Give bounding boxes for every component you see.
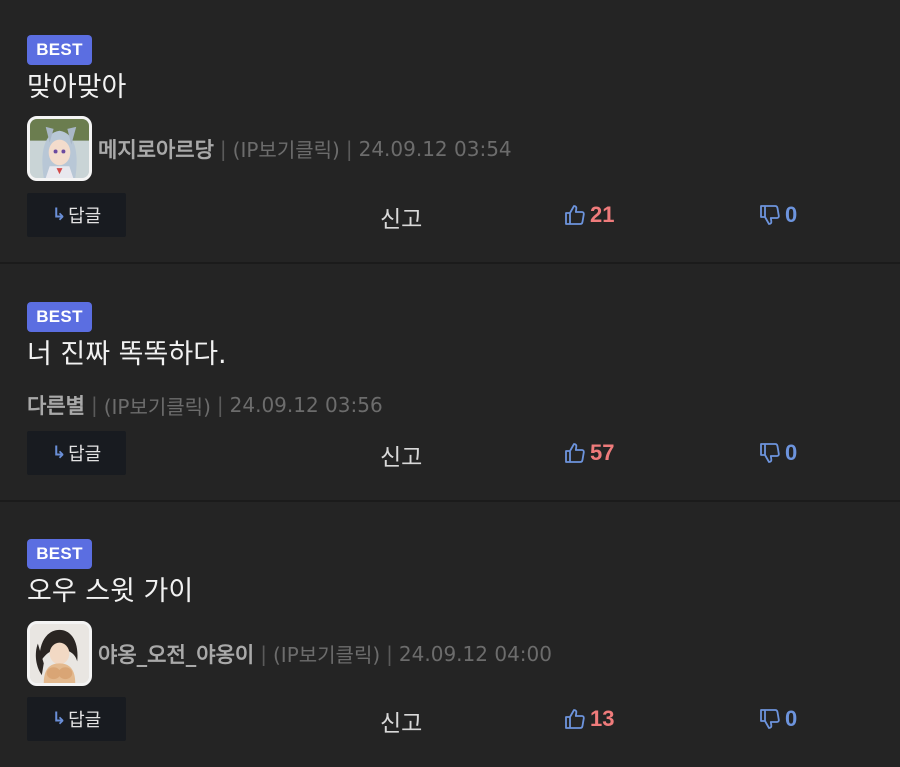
- thumbs-down-icon: [760, 205, 780, 225]
- thumbs-down-icon: [760, 709, 780, 729]
- author-name[interactable]: 야옹_오전_야옹이: [98, 639, 254, 669]
- avatar-image: [30, 119, 89, 178]
- upvote-count: 57: [590, 440, 615, 465]
- comment-item: BEST 오우 스윗 가이 야옹_오전_야옹이 | (IP보기클릭) | 24.…: [0, 502, 900, 767]
- author-name[interactable]: 다른별: [27, 390, 85, 420]
- upvote-button[interactable]: 57: [563, 440, 614, 466]
- comment-item: BEST 너 진짜 똑똑하다. 다른별 | (IP보기클릭) | 24.09.1…: [0, 264, 900, 502]
- downvote-button[interactable]: 0: [758, 706, 797, 732]
- best-badge: BEST: [27, 35, 92, 65]
- reply-button[interactable]: ↳ 답글: [27, 193, 126, 237]
- comment-date: 24.09.12 03:54: [358, 136, 512, 161]
- thumbs-down-icon: [760, 443, 780, 463]
- comment-date: 24.09.12 04:00: [398, 641, 552, 666]
- avatar-image: [30, 624, 89, 683]
- reply-button[interactable]: ↳ 답글: [27, 431, 126, 475]
- reply-arrow-icon: ↳: [51, 443, 67, 463]
- thumbs-up-icon: [565, 443, 585, 463]
- downvote-count: 0: [785, 440, 798, 465]
- meta-separator: |: [345, 136, 353, 161]
- best-badge: BEST: [27, 302, 92, 332]
- reply-label: 답글: [68, 206, 102, 227]
- upvote-button[interactable]: 13: [563, 706, 614, 732]
- comment-text: 오우 스윗 가이: [27, 576, 194, 607]
- report-button[interactable]: 신고: [380, 200, 422, 234]
- reply-label: 답글: [68, 710, 102, 731]
- thumbs-up-icon: [565, 709, 585, 729]
- ip-view-link[interactable]: (IP보기클릭): [233, 134, 340, 163]
- thumbs-up-icon: [565, 205, 585, 225]
- meta-separator: |: [386, 641, 393, 666]
- comment-meta: 야옹_오전_야옹이 | (IP보기클릭) | 24.09.12 04:00: [27, 621, 552, 686]
- comment-text: 너 진짜 똑똑하다.: [27, 339, 227, 370]
- report-button[interactable]: 신고: [380, 704, 422, 738]
- downvote-button[interactable]: 0: [758, 202, 797, 228]
- reply-button[interactable]: ↳ 답글: [27, 697, 126, 741]
- reply-arrow-icon: ↳: [51, 205, 67, 225]
- meta-separator: |: [216, 393, 224, 417]
- best-badge: BEST: [27, 539, 92, 569]
- reply-arrow-icon: ↳: [51, 709, 67, 729]
- author-name[interactable]: 메지로아르당: [98, 134, 214, 164]
- downvote-button[interactable]: 0: [758, 440, 797, 466]
- comment-meta: 다른별 | (IP보기클릭) | 24.09.12 03:56: [27, 390, 383, 420]
- reply-label: 답글: [68, 444, 102, 465]
- meta-separator: |: [260, 641, 267, 666]
- meta-separator: |: [219, 136, 227, 161]
- ip-view-link[interactable]: (IP보기클릭): [104, 391, 211, 420]
- avatar[interactable]: [27, 116, 92, 181]
- upvote-count: 21: [590, 202, 615, 227]
- upvote-count: 13: [590, 706, 615, 731]
- downvote-count: 0: [785, 706, 798, 731]
- comment-text: 맞아맞아: [27, 72, 127, 103]
- meta-separator: |: [90, 393, 98, 417]
- upvote-button[interactable]: 21: [563, 202, 614, 228]
- ip-view-link[interactable]: (IP보기클릭): [273, 639, 380, 668]
- comment-date: 24.09.12 03:56: [229, 393, 383, 417]
- avatar[interactable]: [27, 621, 92, 686]
- comment-item: BEST 맞아맞아 메지로아르당 | (IP보기클릭) | 24.09.12 0…: [0, 0, 900, 264]
- comment-meta: 메지로아르당 | (IP보기클릭) | 24.09.12 03:54: [27, 116, 512, 181]
- downvote-count: 0: [785, 202, 798, 227]
- report-button[interactable]: 신고: [380, 438, 422, 472]
